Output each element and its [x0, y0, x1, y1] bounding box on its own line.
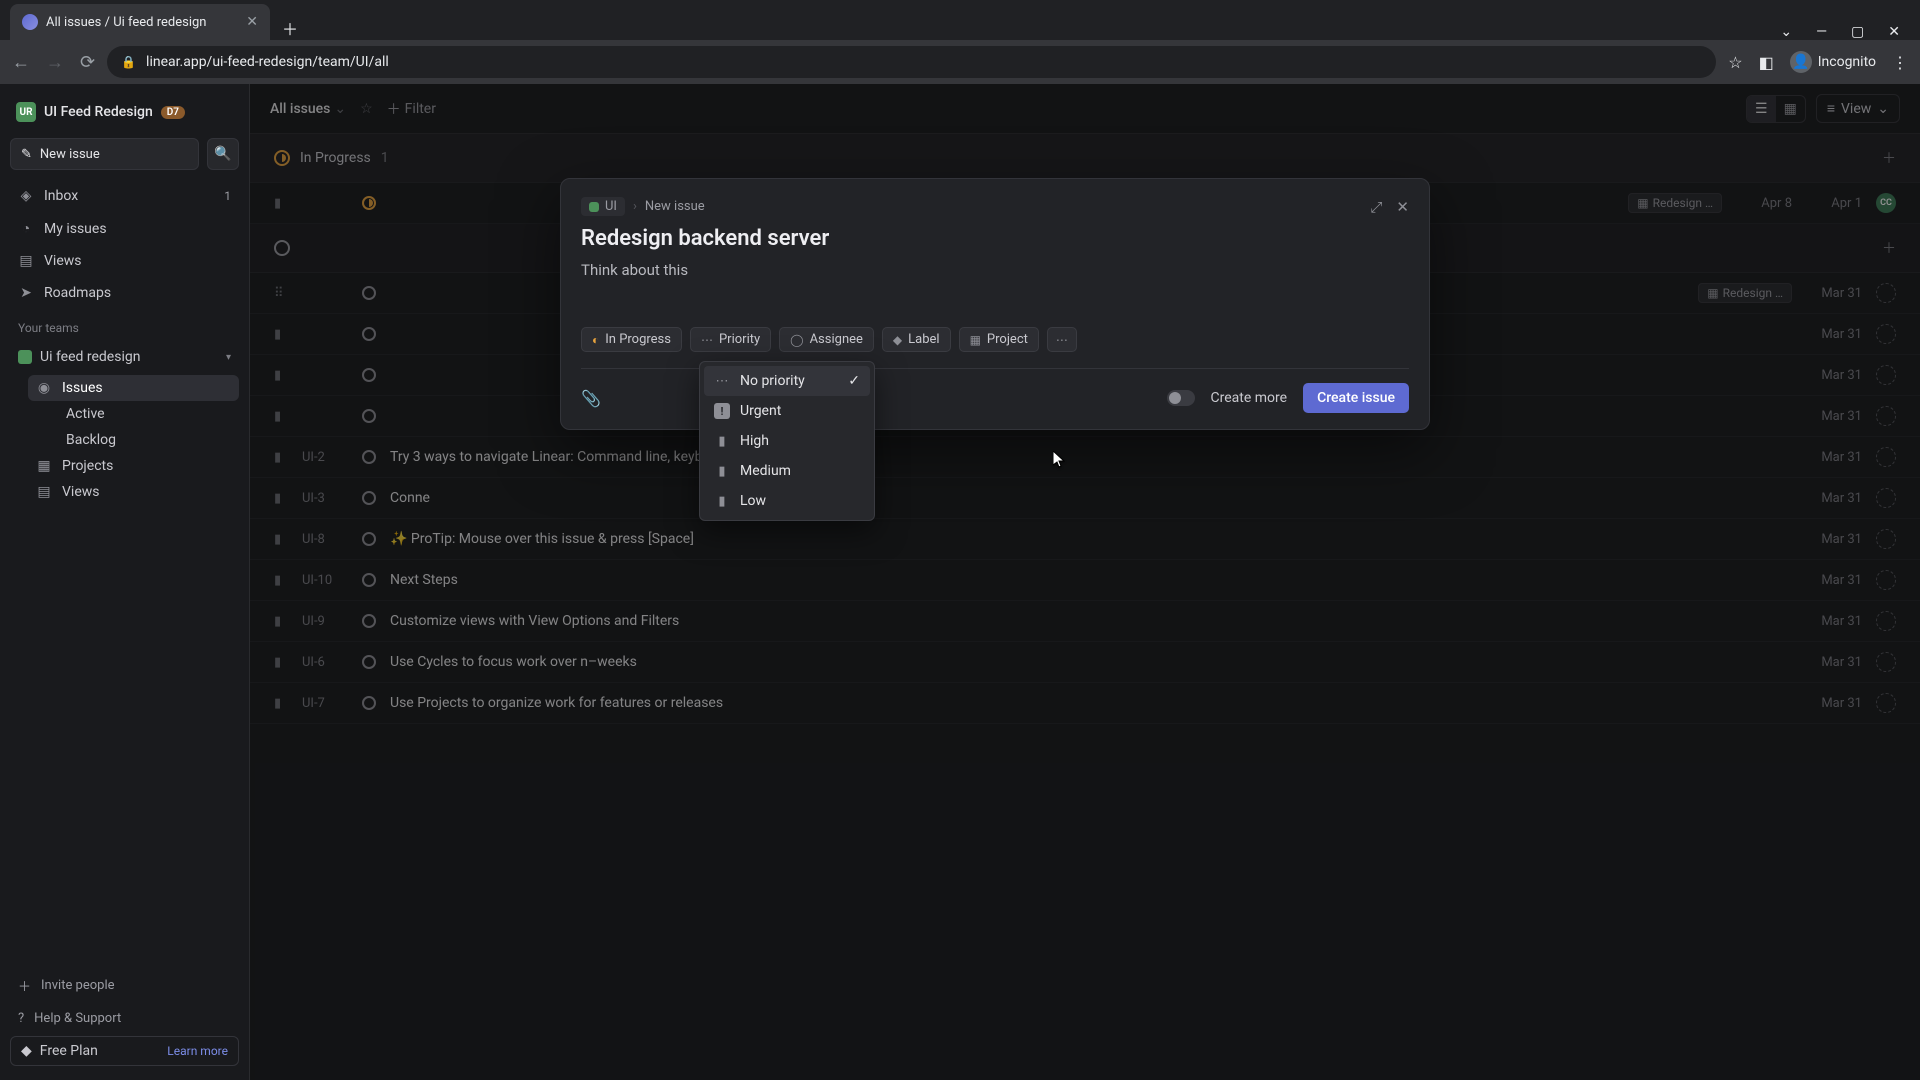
workspace-switcher[interactable]: UR UI Feed Redesign D7: [10, 98, 239, 126]
more-properties-chip[interactable]: ⋯: [1047, 327, 1077, 352]
tag-icon: ◆: [893, 333, 902, 347]
workspace-avatar: UR: [16, 102, 36, 122]
bookmark-icon[interactable]: ☆: [1728, 53, 1742, 72]
issue-property-chips: ◐In Progress ⋯Priority ◯Assignee ◆Label …: [581, 327, 1409, 352]
teams-section-label: Your teams: [10, 311, 239, 339]
modal-team-chip[interactable]: UI: [581, 197, 625, 216]
issue-title-input[interactable]: Redesign backend server: [581, 226, 1409, 251]
browser-tab-strip: All issues / Ui feed redesign ✕ ＋ ⌄ ― ▢ …: [0, 0, 1920, 40]
workspace-name: UI Feed Redesign: [44, 104, 153, 120]
browser-address-bar: ← → ⟳ 🔒 linear.app/ui-feed-redesign/team…: [0, 40, 1920, 84]
chevron-down-icon: ▾: [226, 352, 231, 363]
plan-icon: ◆: [21, 1043, 32, 1059]
layers-icon: ▤: [36, 484, 52, 500]
team-nav-views[interactable]: ▤ Views: [28, 479, 239, 505]
plan-pill[interactable]: ◆ Free Plan Learn more: [10, 1036, 239, 1066]
back-icon[interactable]: ←: [12, 52, 30, 73]
invite-people[interactable]: ＋ Invite people: [10, 970, 239, 1001]
priority-option-medium[interactable]: ▮ Medium: [704, 456, 870, 486]
extensions-icon[interactable]: ◧: [1759, 53, 1774, 72]
chevron-down-icon[interactable]: ⌄: [1780, 24, 1792, 40]
create-more-toggle[interactable]: [1167, 390, 1195, 406]
expand-icon[interactable]: ⤢: [1370, 198, 1382, 216]
inbox-icon: ◈: [18, 188, 34, 204]
check-icon: ✓: [848, 373, 860, 389]
help-icon: ?: [18, 1011, 24, 1026]
target-icon: ▦: [36, 458, 52, 474]
priority-option-low[interactable]: ▮ Low: [704, 486, 870, 516]
main-content: All issues ⌄ ☆ ＋ Filter ☰ ▦ ≡ View ⌄: [250, 84, 1920, 1080]
label-chip[interactable]: ◆Label: [882, 327, 951, 352]
roadmap-icon: ➤: [18, 285, 34, 301]
forward-icon[interactable]: →: [46, 52, 64, 73]
url-input[interactable]: 🔒 linear.app/ui-feed-redesign/team/UI/al…: [107, 46, 1716, 78]
pencil-icon: ✎: [21, 147, 32, 162]
nav-roadmaps[interactable]: ➤ Roadmaps: [10, 279, 239, 307]
priority-option-none[interactable]: ⋯ No priority ✓: [704, 366, 870, 396]
new-issue-modal: UI › New issue ⤢ ✕ Redesign backend serv…: [560, 178, 1430, 430]
in-progress-icon: ◐: [592, 333, 599, 347]
nav-inbox[interactable]: ◈ Inbox 1: [10, 182, 239, 210]
incognito-indicator: 👤 Incognito: [1790, 51, 1876, 73]
learn-more-link[interactable]: Learn more: [167, 1044, 228, 1058]
dots-icon: ⋯: [1056, 333, 1068, 347]
new-issue-button[interactable]: ✎ New issue: [10, 138, 199, 170]
priority-dropdown: ⋯ No priority ✓ ! Urgent ▮ High ▮ Medi: [699, 361, 875, 521]
no-priority-icon: ⋯: [714, 374, 730, 389]
help-support[interactable]: ? Help & Support: [10, 1005, 239, 1032]
team-color-icon: [589, 202, 599, 212]
plus-icon: ＋: [18, 976, 31, 995]
sidebar: UR UI Feed Redesign D7 ✎ New issue 🔍 ◈ I…: [0, 84, 250, 1080]
tab-title: All issues / Ui feed redesign: [46, 15, 238, 30]
team-row[interactable]: Ui feed redesign ▾: [10, 343, 239, 371]
low-icon: ▮: [714, 494, 730, 509]
tab-favicon: [22, 14, 38, 30]
person-icon: ◯: [790, 333, 803, 347]
high-icon: ▮: [714, 434, 730, 449]
project-chip[interactable]: ▦Project: [959, 327, 1039, 352]
status-chip[interactable]: ◐In Progress: [581, 327, 682, 352]
assignee-chip[interactable]: ◯Assignee: [779, 327, 874, 352]
nav-views[interactable]: ▤ Views: [10, 247, 239, 275]
browser-menu-icon[interactable]: ⋮: [1892, 53, 1908, 72]
modal-breadcrumb: New issue: [645, 199, 705, 214]
close-icon[interactable]: ✕: [1396, 198, 1409, 216]
attach-button[interactable]: 📎: [581, 389, 601, 408]
layers-icon: ▤: [18, 253, 34, 269]
dots-icon: ⋯: [701, 333, 713, 347]
team-color-icon: [18, 350, 32, 364]
create-more-label: Create more: [1211, 390, 1288, 406]
lock-icon: 🔒: [121, 55, 136, 69]
team-nav-projects[interactable]: ▦ Projects: [28, 453, 239, 479]
workspace-badge: D7: [161, 106, 185, 119]
reload-icon[interactable]: ⟳: [80, 52, 95, 73]
issue-description-input[interactable]: Think about this: [581, 261, 1409, 279]
medium-icon: ▮: [714, 464, 730, 479]
priority-option-urgent[interactable]: ! Urgent: [704, 396, 870, 426]
incognito-icon: 👤: [1790, 51, 1812, 73]
close-tab-icon[interactable]: ✕: [246, 14, 258, 30]
minimize-icon[interactable]: ―: [1816, 24, 1827, 40]
search-icon: 🔍: [214, 146, 231, 162]
team-nav-active[interactable]: Active: [58, 401, 239, 427]
issues-icon: ◔: [18, 220, 34, 237]
priority-option-high[interactable]: ▮ High: [704, 426, 870, 456]
create-issue-button[interactable]: Create issue: [1303, 383, 1409, 413]
maximize-icon[interactable]: ▢: [1851, 24, 1864, 40]
search-button[interactable]: 🔍: [207, 138, 239, 170]
team-nav-issues[interactable]: ◉ Issues: [28, 375, 239, 401]
team-nav-backlog[interactable]: Backlog: [58, 427, 239, 453]
target-icon: ▦: [970, 333, 981, 347]
new-tab-button[interactable]: ＋: [270, 16, 310, 40]
close-window-icon[interactable]: ✕: [1888, 24, 1900, 40]
nav-my-issues[interactable]: ◔ My issues: [10, 214, 239, 243]
priority-chip[interactable]: ⋯Priority: [690, 327, 771, 352]
urgent-icon: !: [714, 403, 730, 419]
circle-dot-icon: ◉: [36, 380, 52, 396]
url-text: linear.app/ui-feed-redesign/team/UI/all: [146, 54, 389, 70]
window-controls: ⌄ ― ▢ ✕: [1780, 24, 1920, 40]
browser-tab[interactable]: All issues / Ui feed redesign ✕: [10, 4, 270, 40]
